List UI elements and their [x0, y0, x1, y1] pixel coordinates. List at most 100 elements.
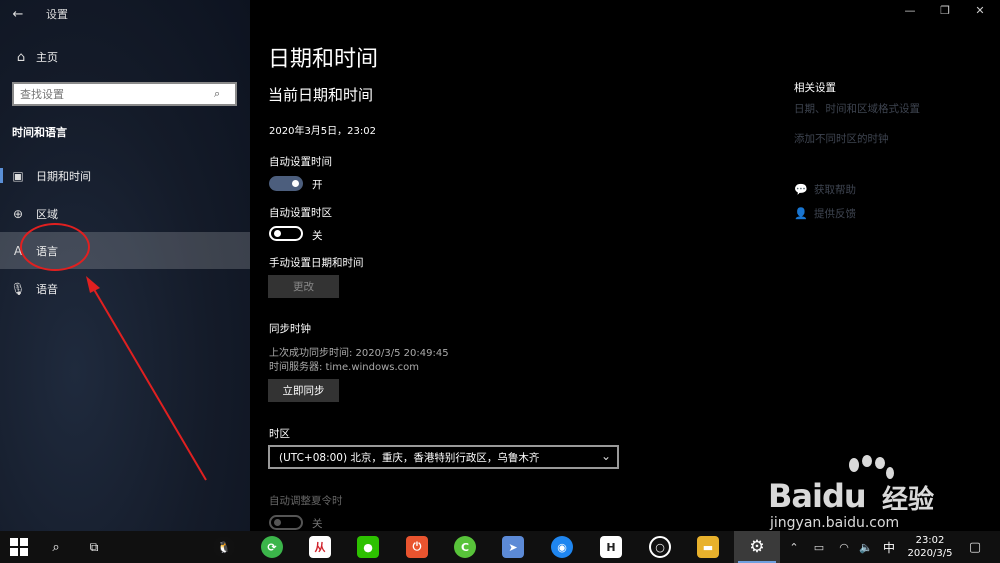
- power-icon: ⏻: [406, 536, 428, 558]
- wechat-icon: ●: [357, 536, 379, 558]
- taskbar: ⌕ ⧉ 🐧 ⟳ 从 ● ⏻ C ➤ ◉ H ○ ▬ ⚙ ⌃ ▭ ◠ 🔈 中 23…: [0, 531, 1000, 563]
- taskbar-app-qq[interactable]: 🐧: [209, 531, 239, 563]
- battery-tray[interactable]: ▭: [808, 531, 830, 563]
- taskbar-app-explorer[interactable]: ▬: [693, 531, 723, 563]
- bird-icon: ➤: [502, 536, 524, 558]
- microphone-icon: 🎙: [10, 281, 26, 296]
- auto-zone-state: 关: [312, 230, 323, 242]
- taskbar-app-wechat[interactable]: ●: [353, 531, 383, 563]
- timezone-label: 时区: [269, 428, 290, 440]
- home-icon: ⌂: [16, 49, 26, 65]
- auto-time-state: 开: [312, 179, 323, 191]
- red-logo-icon: 从: [309, 536, 331, 558]
- search-input[interactable]: [20, 87, 210, 101]
- chevron-down-icon: ⌄: [600, 449, 611, 463]
- show-hidden-icons-button[interactable]: ⌃: [786, 531, 802, 563]
- ime-indicator[interactable]: 中: [879, 531, 899, 563]
- folder-icon: ▬: [697, 536, 719, 558]
- taskbar-app-h[interactable]: H: [596, 531, 626, 563]
- related-settings-title: 相关设置: [794, 82, 836, 94]
- sidebar-item-label: 主页: [36, 51, 58, 64]
- auto-zone-toggle[interactable]: [269, 226, 303, 241]
- close-button[interactable]: ✕: [965, 4, 995, 22]
- restore-icon: ❐: [940, 4, 950, 17]
- search-button[interactable]: ⌕: [40, 531, 72, 563]
- sidebar-item-label: 语音: [36, 282, 58, 296]
- taskbar-clock[interactable]: 23:02 2020/3/5: [900, 534, 960, 560]
- feedback-icon: 👤: [794, 207, 808, 220]
- get-help-link[interactable]: 💬 获取帮助: [794, 182, 856, 197]
- last-sync-text: 上次成功同步时间: 2020/3/5 20:49:45: [269, 348, 449, 359]
- search-icon[interactable]: ⌕: [214, 87, 220, 101]
- main-content: — ❐ ✕ 日期和时间 当前日期和时间 2020年3月5日，23:02 自动设置…: [250, 0, 1000, 531]
- back-arrow-icon: ←: [12, 6, 24, 22]
- wifi-tray[interactable]: ◠: [834, 531, 854, 563]
- feedback-link[interactable]: 👤 提供反馈: [794, 206, 856, 221]
- clock-date: 2020/3/5: [907, 548, 953, 559]
- dst-toggle[interactable]: [269, 515, 303, 530]
- settings-sidebar: ← 设置 ⌂ 主页 ⌕ 时间和语言 ▣ 日期和时间 ⊕ 区域 A 语言 🎙 语音: [0, 0, 250, 531]
- qq-penguin-icon: 🐧: [213, 536, 235, 558]
- sidebar-item-label: 日期和时间: [36, 169, 91, 183]
- windows-logo-icon: [10, 538, 28, 556]
- app-title: 设置: [46, 8, 68, 21]
- gear-icon: ⚙: [749, 537, 765, 557]
- taskbar-app-bird[interactable]: ➤: [498, 531, 528, 563]
- sidebar-item-home[interactable]: ⌂ 主页: [0, 44, 250, 70]
- auto-time-label: 自动设置时间: [269, 156, 332, 168]
- task-view-icon: ⧉: [89, 539, 99, 554]
- sidebar-item-date-time[interactable]: ▣ 日期和时间: [0, 157, 250, 194]
- taskbar-app-green-c[interactable]: C: [450, 531, 480, 563]
- sidebar-titlebar: ← 设置: [0, 0, 68, 28]
- auto-time-toggle[interactable]: [269, 176, 303, 191]
- notification-icon: ▢: [968, 539, 982, 555]
- sidebar-item-label: 区域: [36, 207, 58, 221]
- page-title: 日期和时间: [268, 47, 379, 72]
- sidebar-item-speech[interactable]: 🎙 语音: [0, 270, 250, 307]
- taskbar-app-blue-penguin[interactable]: ◉: [547, 531, 577, 563]
- volume-tray[interactable]: 🔈: [856, 531, 876, 563]
- watermark-url: jingyan.baidu.com: [770, 515, 900, 531]
- auto-zone-label: 自动设置时区: [269, 207, 332, 219]
- section-title: 时间和语言: [12, 126, 67, 139]
- jingyan-text: 经验: [882, 485, 935, 515]
- time-server-text: 时间服务器: time.windows.com: [269, 362, 420, 373]
- taskbar-app-red-logo[interactable]: 从: [305, 531, 335, 563]
- get-help-label: 获取帮助: [814, 184, 856, 196]
- green-c-icon: C: [454, 536, 476, 558]
- related-link-format[interactable]: 日期、时间和区域格式设置: [794, 101, 920, 116]
- sync-now-button[interactable]: 立即同步: [268, 379, 339, 402]
- green-refresh-icon: ⟳: [261, 536, 283, 558]
- timezone-select[interactable]: (UTC+08:00) 北京，重庆，香港特别行政区，乌鲁木齐 ⌄: [268, 445, 619, 469]
- task-view-button[interactable]: ⧉: [78, 531, 110, 563]
- current-datetime-heading: 当前日期和时间: [268, 86, 374, 104]
- taskbar-app-green-refresh[interactable]: ⟳: [257, 531, 287, 563]
- taskbar-app-power[interactable]: ⏻: [402, 531, 432, 563]
- blue-penguin-icon: ◉: [551, 536, 573, 558]
- restore-button[interactable]: ❐: [930, 4, 960, 22]
- back-button[interactable]: ←: [0, 0, 36, 28]
- dst-label: 自动调整夏令时: [269, 495, 343, 507]
- volume-icon: 🔈: [859, 540, 873, 554]
- search-box[interactable]: ⌕: [12, 82, 237, 106]
- annotation-circle: [20, 223, 90, 271]
- taskbar-app-settings[interactable]: ⚙: [734, 531, 780, 563]
- dst-state: 关: [312, 518, 323, 530]
- battery-icon: ▭: [813, 540, 825, 554]
- globe-region-icon: ⊕: [12, 206, 24, 221]
- notification-center-button[interactable]: ▢: [962, 531, 988, 563]
- minimize-icon: —: [904, 4, 916, 17]
- sync-clock-label: 同步时钟: [269, 323, 311, 335]
- start-button[interactable]: [2, 531, 36, 563]
- related-settings: 相关设置 日期、时间和区域格式设置 添加不同时区的时钟 💬 获取帮助 👤 提供反…: [794, 80, 920, 220]
- change-button[interactable]: 更改: [268, 275, 339, 298]
- h-app-icon: H: [600, 536, 622, 558]
- close-icon: ✕: [975, 4, 985, 17]
- chevron-up-icon: ⌃: [789, 540, 799, 554]
- help-chat-icon: 💬: [794, 183, 808, 196]
- clock-time: 23:02: [915, 535, 945, 546]
- taskbar-app-circle[interactable]: ○: [645, 531, 675, 563]
- related-link-add-clocks[interactable]: 添加不同时区的时钟: [794, 131, 889, 146]
- minimize-button[interactable]: —: [895, 4, 925, 22]
- baidu-watermark: Baidu 经验 jingyan.baidu.com: [762, 455, 1000, 531]
